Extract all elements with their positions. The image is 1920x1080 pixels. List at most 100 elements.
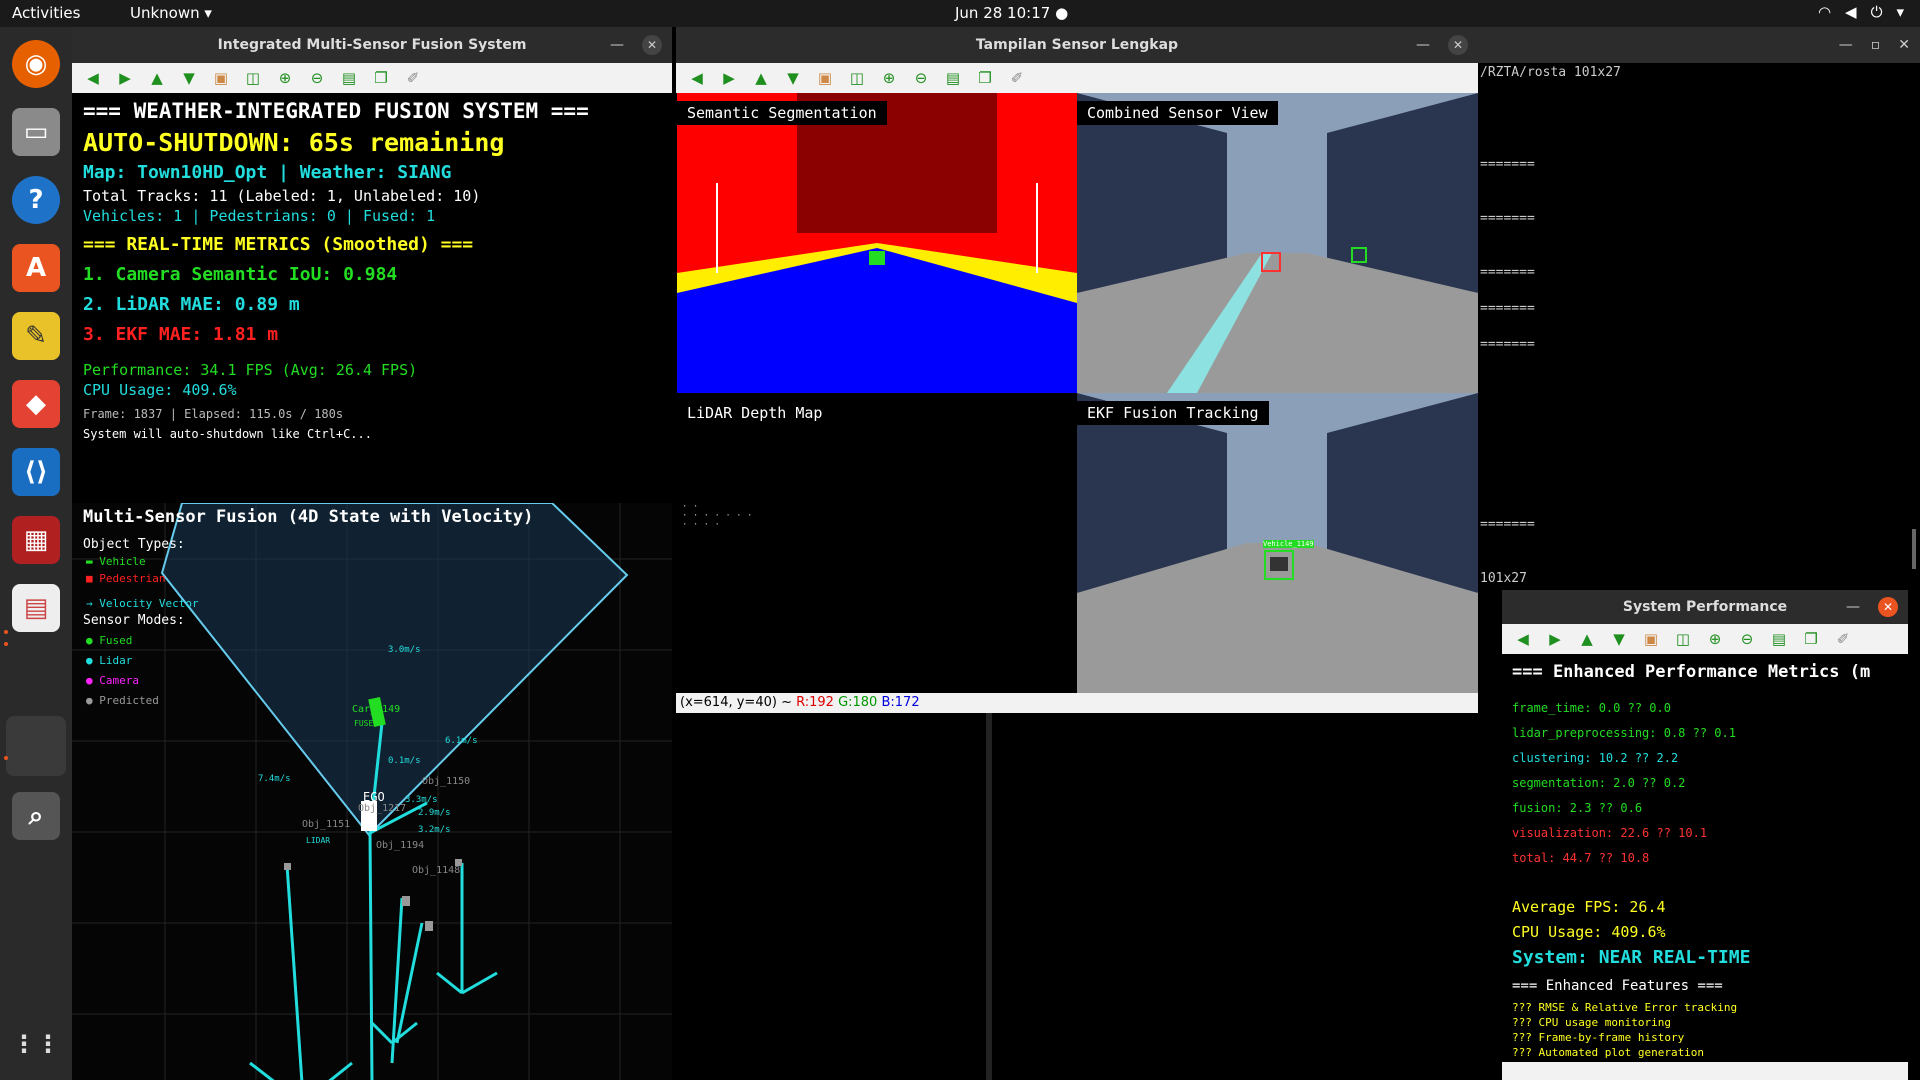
wifi-icon: ◠ (1817, 3, 1832, 21)
close-icon[interactable]: ✕ (642, 35, 662, 55)
track-label-obj: Obj_1194 (376, 840, 425, 851)
arrow-down-icon[interactable]: ▼ (782, 67, 804, 89)
terminal-titlebar[interactable]: — ▫ ✕ (1478, 27, 1920, 63)
track-mode-fused: FUSED (354, 719, 379, 728)
metric-lidar-mae: 2. LiDAR MAE: 0.89 m (83, 294, 300, 315)
copy-icon[interactable]: ❐ (370, 67, 392, 89)
system-tray[interactable]: ◠ ◀ ⏻ ▾ (1818, 3, 1904, 21)
zoom-out-icon[interactable]: ⊖ (306, 67, 328, 89)
app-icon[interactable]: ▦ (12, 516, 60, 564)
running-indicator (4, 756, 8, 760)
velocity-label: 6.1m/s (445, 736, 478, 746)
performance-window: System Performance — ✕ ◀ ▶ ▲ ▼ ▣ ◫ ⊕ ⊖ ▤ … (1502, 590, 1908, 1080)
app-menu[interactable]: Unknown ▾ (130, 4, 212, 22)
text-editor-icon[interactable]: ✎ (12, 312, 60, 360)
close-icon[interactable]: ✕ (1448, 35, 1468, 55)
vscode-icon[interactable]: ⟨⟩ (12, 448, 60, 496)
brush-icon[interactable]: ✐ (402, 67, 424, 89)
brush-icon[interactable]: ✐ (1832, 628, 1854, 650)
save-icon[interactable]: ▤ (338, 67, 360, 89)
legend-pedestrian-label: Pedestrian (99, 572, 166, 585)
zoom-out-icon[interactable]: ⊖ (910, 67, 932, 89)
arrow-down-icon[interactable]: ▼ (178, 67, 200, 89)
arrow-up-icon[interactable]: ▲ (1576, 628, 1598, 650)
terminal-title-2: 101x27 (1480, 571, 1527, 586)
track-label-car: Car_1149 (352, 704, 401, 715)
arrow-left-icon[interactable]: ◀ (1512, 628, 1534, 650)
sensor-titlebar[interactable]: Tampilan Sensor Lengkap — ✕ (676, 27, 1478, 63)
zoom-in-icon[interactable]: ⊕ (1704, 628, 1726, 650)
bev-title: Multi-Sensor Fusion (4D State with Veloc… (83, 507, 534, 527)
document-viewer-icon[interactable]: ▤ (12, 584, 60, 632)
brush-icon[interactable]: ✐ (1006, 67, 1028, 89)
legend-velocity-label: Velocity Vector (99, 597, 199, 610)
activities-button[interactable]: Activities (12, 4, 80, 22)
status-b: B:172 (881, 695, 920, 710)
legend-velocity: → Velocity Vector (86, 597, 199, 610)
active-window-icon[interactable] (6, 716, 66, 776)
scrollbar[interactable] (986, 713, 992, 1080)
legend-predicted: ● Predicted (86, 694, 159, 707)
metrics-header: === REAL-TIME METRICS (Smoothed) === (83, 234, 474, 255)
clock-label: Jun 28 10:17 (955, 4, 1051, 22)
arrow-down-icon[interactable]: ▼ (1608, 628, 1630, 650)
arrow-right-icon[interactable]: ▶ (1544, 628, 1566, 650)
help-icon[interactable]: ? (12, 176, 60, 224)
legend-pedestrian: ■ Pedestrian (86, 572, 166, 585)
zoom-in-icon[interactable]: ⊕ (274, 67, 296, 89)
close-icon[interactable]: ✕ (1878, 597, 1898, 617)
minimize-icon[interactable]: — (610, 27, 624, 63)
legend-fused: ● Fused (86, 634, 133, 647)
performance-window-title: System Performance (1622, 599, 1788, 615)
software-center-icon[interactable]: A (12, 244, 60, 292)
perf-feature-0: ??? RMSE & Relative Error tracking (1512, 1001, 1738, 1014)
show-apps-icon[interactable]: ⋮⋮ (12, 1020, 60, 1068)
anydesk-icon[interactable]: ◆ (12, 380, 60, 428)
zoom-fit-icon[interactable]: ◫ (846, 67, 868, 89)
terminal-sep: ======= (1480, 337, 1535, 352)
zoom-out-icon[interactable]: ⊖ (1736, 628, 1758, 650)
metric-ekf-mae: 3. EKF MAE: 1.81 m (83, 324, 279, 345)
performance-titlebar[interactable]: System Performance — ✕ (1502, 590, 1908, 624)
image-icon[interactable]: ▣ (210, 67, 232, 89)
fusion-titlebar[interactable]: Integrated Multi-Sensor Fusion System — ✕ (72, 27, 672, 63)
search-app-icon[interactable]: ⌕ (12, 792, 60, 840)
files-icon[interactable]: ▭ (12, 108, 60, 156)
firefox-icon[interactable]: ◉ (12, 40, 60, 88)
zoom-fit-icon[interactable]: ◫ (1672, 628, 1694, 650)
legend-predicted-label: Predicted (99, 694, 159, 707)
combined-label: Combined Sensor View (1077, 101, 1278, 125)
status-coords: (x=614, y=40) ~ (680, 695, 797, 710)
arrow-up-icon[interactable]: ▲ (750, 67, 772, 89)
minimize-icon[interactable]: — (1846, 590, 1860, 624)
perf-system-status: System: NEAR REAL-TIME (1512, 947, 1751, 968)
perf-features: ??? RMSE & Relative Error tracking ??? C… (1512, 1000, 1737, 1060)
notification-dot-icon: ● (1055, 4, 1069, 22)
minimize-icon[interactable]: — (1839, 27, 1853, 63)
semantic-image (677, 93, 1077, 393)
copy-icon[interactable]: ❐ (1800, 628, 1822, 650)
arrow-right-icon[interactable]: ▶ (718, 67, 740, 89)
arrow-up-icon[interactable]: ▲ (146, 67, 168, 89)
arrow-left-icon[interactable]: ◀ (686, 67, 708, 89)
clock[interactable]: Jun 28 10:17 ● (955, 4, 1068, 22)
arrow-right-icon[interactable]: ▶ (114, 67, 136, 89)
save-icon[interactable]: ▤ (1768, 628, 1790, 650)
zoom-in-icon[interactable]: ⊕ (878, 67, 900, 89)
terminal-scrollbar[interactable] (1912, 529, 1916, 569)
image-icon[interactable]: ▣ (1640, 628, 1662, 650)
close-icon[interactable]: ✕ (1898, 27, 1910, 63)
legend-vehicle: ▬ Vehicle (86, 555, 146, 568)
shutdown-text: AUTO-SHUTDOWN: 65s remaining (83, 128, 505, 157)
tracks-text: Total Tracks: 11 (Labeled: 1, Unlabeled:… (83, 187, 481, 205)
arrow-left-icon[interactable]: ◀ (82, 67, 104, 89)
minimize-icon[interactable]: — (1416, 27, 1430, 63)
copy-icon[interactable]: ❐ (974, 67, 996, 89)
ego-label: EGO (363, 790, 385, 804)
maximize-icon[interactable]: ▫ (1871, 27, 1881, 63)
velocity-label: 2.9m/s (418, 808, 451, 818)
lidar-label: LiDAR Depth Map (677, 401, 833, 425)
image-icon[interactable]: ▣ (814, 67, 836, 89)
save-icon[interactable]: ▤ (942, 67, 964, 89)
zoom-fit-icon[interactable]: ◫ (242, 67, 264, 89)
